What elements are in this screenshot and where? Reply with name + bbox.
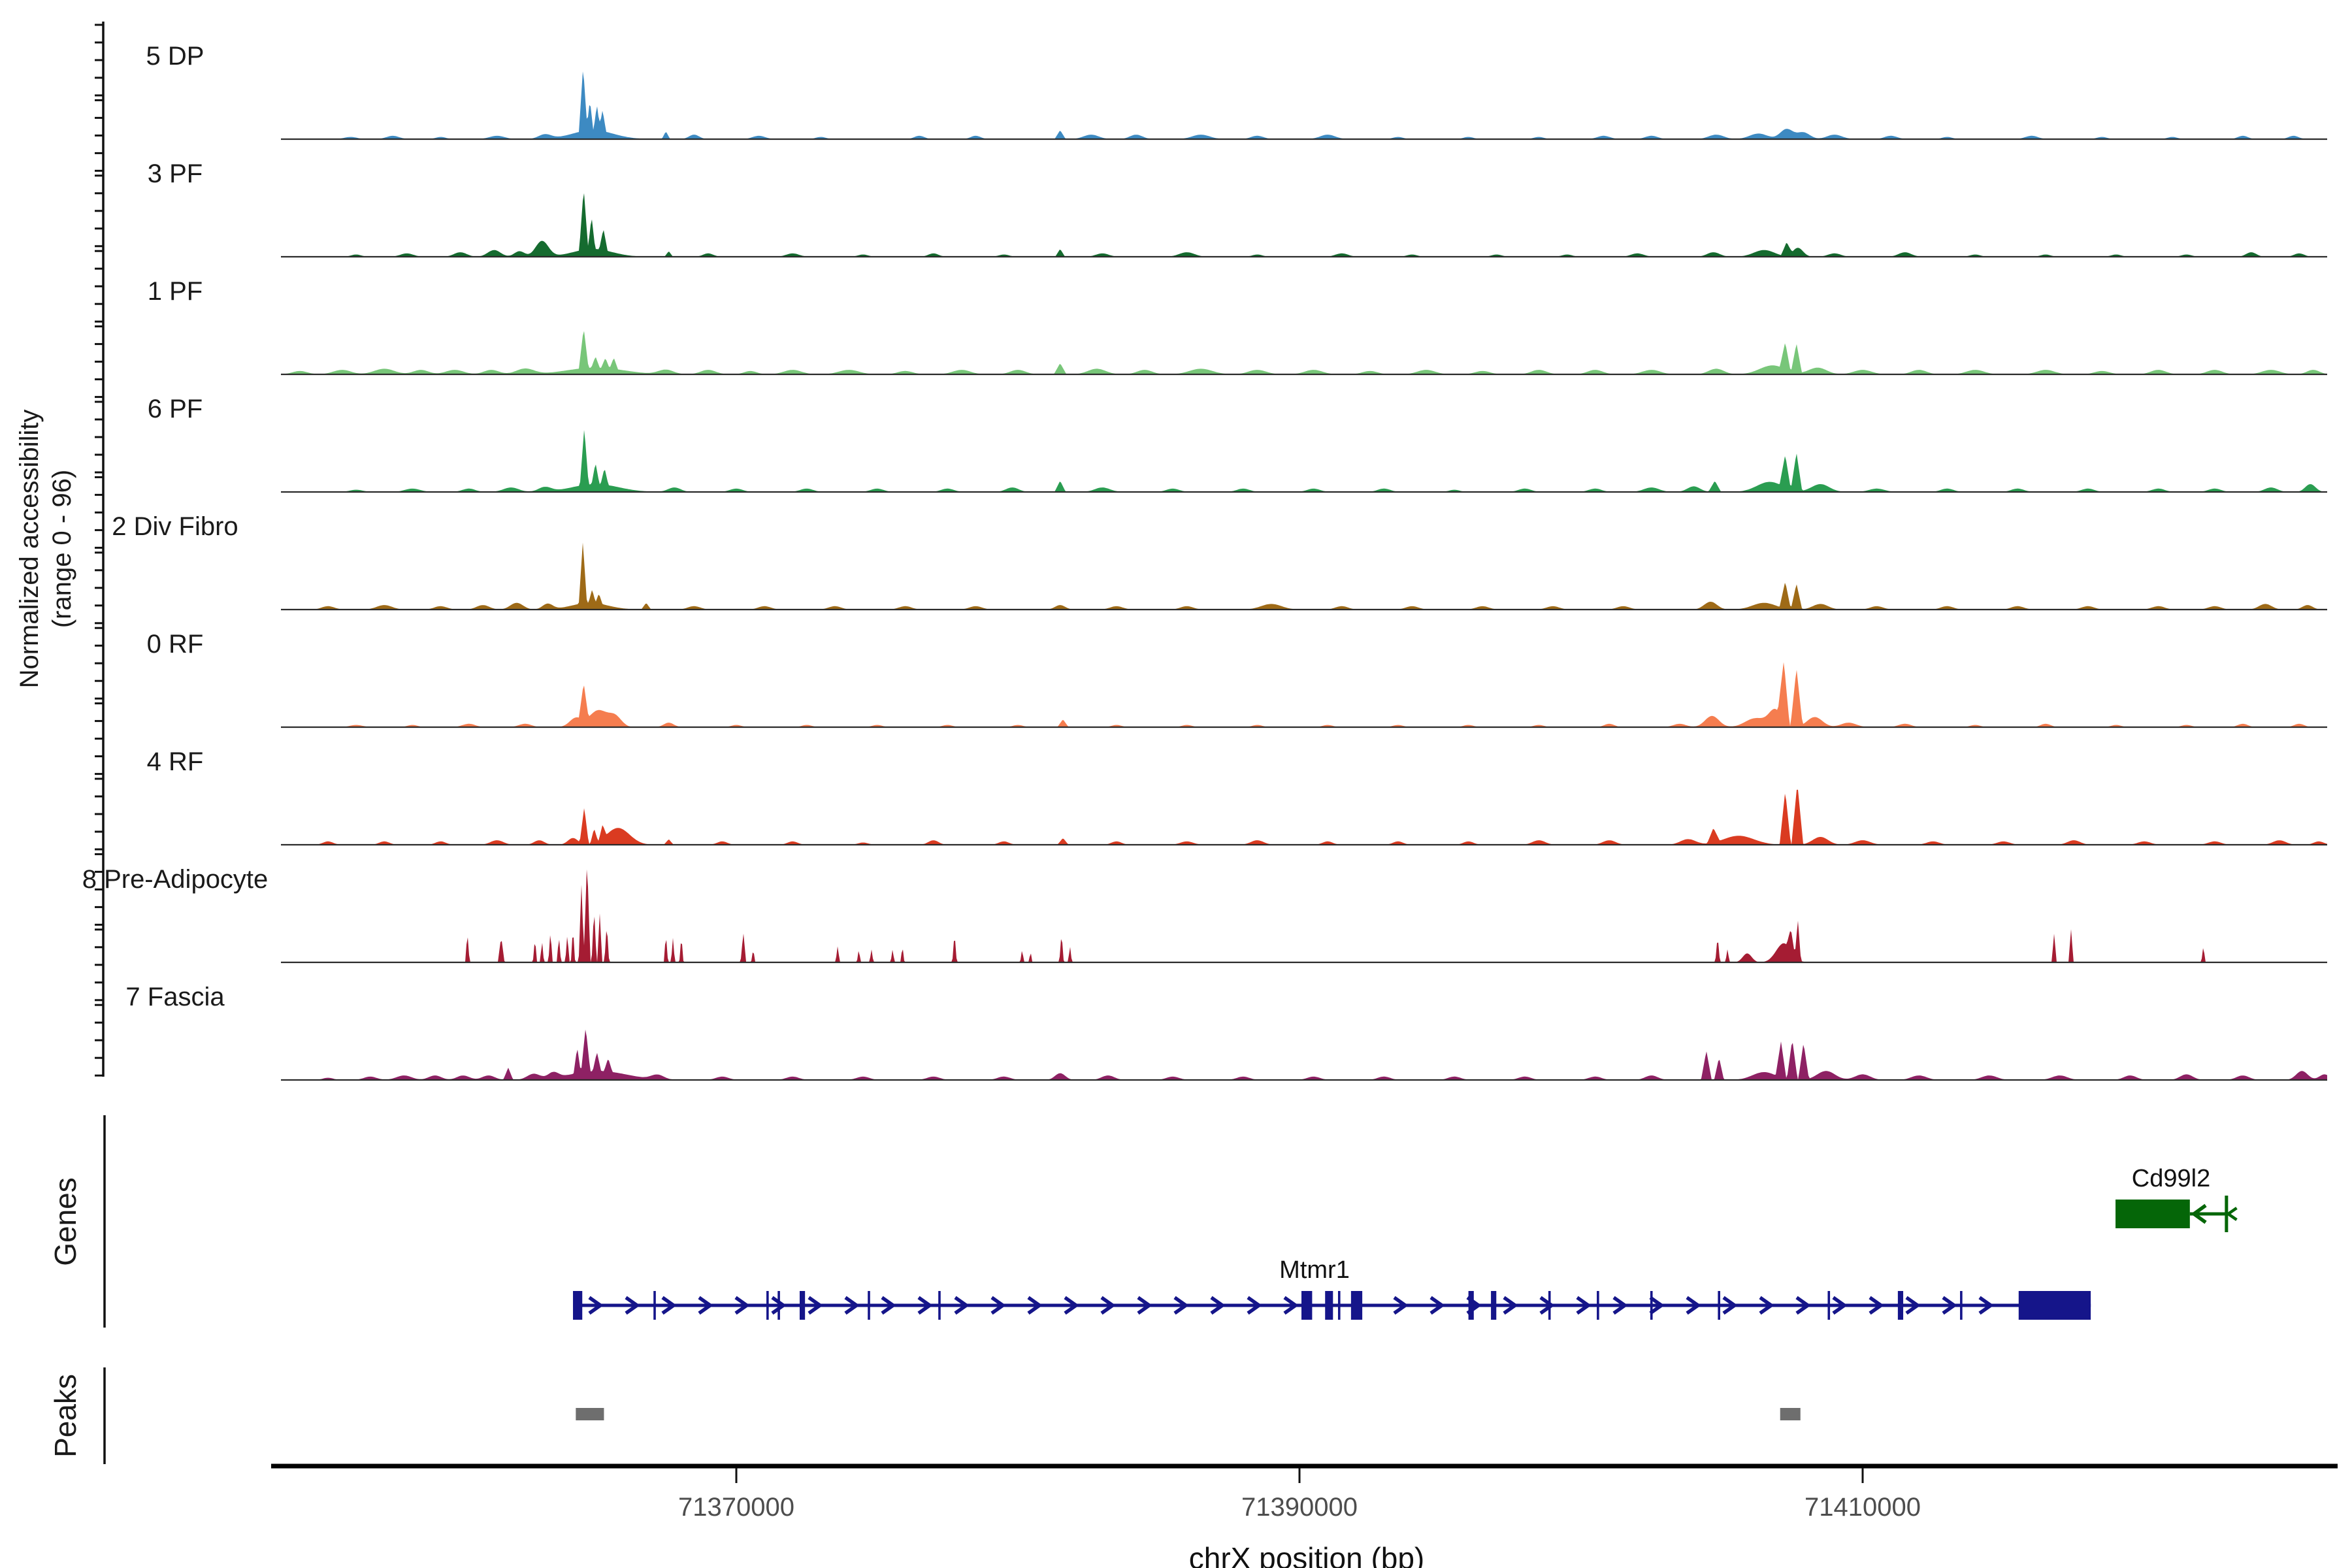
gene-mtmr1-exon-tick bbox=[653, 1291, 656, 1320]
track-label-3-pf: 3 PF bbox=[148, 159, 203, 188]
gene-cd99l2-exon bbox=[2115, 1200, 2190, 1228]
gene-mtmr1-exon-tick bbox=[1960, 1291, 1963, 1320]
chart-canvas: 5 DP 3 PF 1 PF 6 PF 2 Div Fibro 0 RF 4 RF 8 Pre… bbox=[82, 22, 2338, 1522]
peaks-section-label: Peaks bbox=[48, 1374, 82, 1458]
gene-mtmr1-exon-tick bbox=[777, 1291, 780, 1320]
track-label-5-dp: 5 DP bbox=[146, 42, 204, 71]
x-axis-tick-label: 71410000 bbox=[1805, 1493, 1921, 1522]
gene-mtmr1-exon-tick bbox=[1337, 1291, 1341, 1320]
track-label-7-fascia: 7 Fascia bbox=[125, 983, 225, 1011]
gene-label-cd99l2: Cd99l2 bbox=[2132, 1165, 2210, 1192]
track-signal-2-div-fibro bbox=[281, 542, 2327, 610]
track-label-2-div-fibro: 2 Div Fibro bbox=[112, 512, 238, 541]
track-signal-0-rf bbox=[281, 662, 2327, 727]
genes-section-label: Genes bbox=[48, 1177, 82, 1266]
gene-mtmr1-exon bbox=[1491, 1291, 1497, 1320]
track-label-0-rf: 0 RF bbox=[147, 630, 204, 659]
track-signal-8-pre-adipocyte bbox=[281, 869, 2327, 962]
genome-browser-figure: 5 DP 3 PF 1 PF 6 PF 2 Div Fibro 0 RF 4 RF 8 Pre… bbox=[0, 0, 2352, 1568]
track-signal-7-fascia bbox=[281, 1029, 2327, 1080]
track-label-4-rf: 4 RF bbox=[147, 747, 204, 776]
gene-mtmr1-exon-tick bbox=[938, 1291, 941, 1320]
track-signal-3-pf bbox=[281, 193, 2327, 257]
gene-mtmr1-exon-tick bbox=[766, 1291, 769, 1320]
track-label-1-pf: 1 PF bbox=[148, 277, 203, 306]
x-axis-tick-label: 71390000 bbox=[1241, 1493, 1358, 1522]
track-label-8-pre-adipocyte: 8 Pre-Adipocyte bbox=[82, 865, 269, 894]
x-axis-title: chrX position (bp) bbox=[1188, 1541, 1425, 1568]
gene-mtmr1-exon bbox=[2018, 1291, 2091, 1320]
y-axis-label-line2: (range 0 - 96) bbox=[48, 469, 76, 629]
track-signal-6-pf bbox=[281, 430, 2327, 492]
gene-mtmr1-exon-tick bbox=[868, 1291, 870, 1320]
gene-mtmr1-exon bbox=[1468, 1291, 1474, 1320]
track-signal-4-rf bbox=[281, 789, 2327, 845]
gene-mtmr1-exon bbox=[1897, 1291, 1904, 1320]
gene-mtmr1-exon-tick bbox=[1827, 1291, 1831, 1320]
peak-call-box bbox=[1780, 1408, 1801, 1420]
gene-mtmr1-exon-tick bbox=[1650, 1291, 1653, 1320]
peak-call-box bbox=[576, 1408, 604, 1420]
track-signal-1-pf bbox=[281, 331, 2327, 374]
gene-mtmr1-exon bbox=[573, 1291, 583, 1320]
track-label-6-pf: 6 PF bbox=[148, 395, 203, 423]
x-axis-tick-label: 71370000 bbox=[678, 1493, 794, 1522]
gene-mtmr1-exon-tick bbox=[1597, 1291, 1599, 1320]
gene-mtmr1-exon bbox=[1350, 1291, 1363, 1320]
y-axis-label-line1: Normalized accessibility bbox=[15, 409, 44, 689]
gene-cd99l2-small-arrow bbox=[2225, 1207, 2238, 1221]
track-signal-5-dp bbox=[281, 71, 2327, 139]
gene-label-mtmr1: Mtmr1 bbox=[1279, 1256, 1350, 1284]
gene-mtmr1-exon bbox=[1301, 1291, 1313, 1320]
y-axis-label: Normalized accessibility (range 0 - 96) bbox=[13, 410, 78, 689]
gene-mtmr1-exon bbox=[799, 1291, 806, 1320]
gene-mtmr1-exon-tick bbox=[1718, 1291, 1720, 1320]
gene-mtmr1-exon bbox=[1325, 1291, 1333, 1320]
